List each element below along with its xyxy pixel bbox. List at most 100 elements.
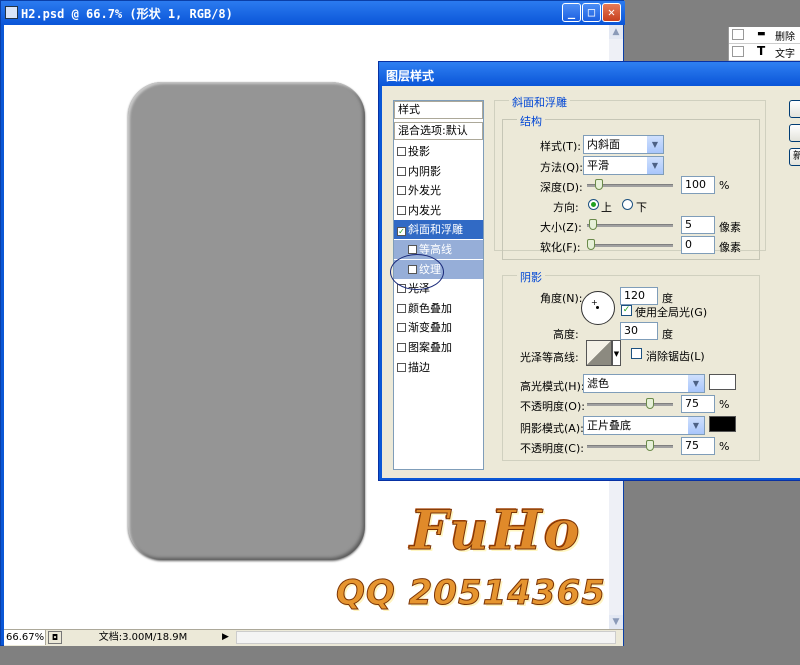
soften-slider[interactable]	[587, 244, 673, 247]
layer-visibility-box[interactable]	[732, 46, 744, 57]
gloss-contour-swatch[interactable]	[586, 340, 612, 366]
chevron-down-icon[interactable]: ▼	[647, 136, 663, 153]
layer-row[interactable]: T 文字	[729, 44, 800, 61]
technique-value: 平滑	[587, 159, 609, 172]
rounded-rectangle-shape[interactable]	[128, 82, 365, 560]
shadow-mode-label: 阴影模式(A):	[520, 422, 584, 435]
zoom-level[interactable]: 66.67%	[4, 630, 46, 645]
ok-button[interactable]	[789, 100, 800, 118]
soften-slider-thumb[interactable]	[587, 239, 595, 250]
chevron-down-icon[interactable]: ▼	[647, 157, 663, 174]
style-checkbox[interactable]	[397, 303, 406, 313]
shadow-opacity-input[interactable]: 75	[681, 437, 715, 455]
highlight-opacity-slider[interactable]	[587, 403, 673, 406]
photoshop-document-icon	[5, 6, 18, 19]
depth-slider-thumb[interactable]	[594, 179, 603, 190]
contour-dropdown-icon[interactable]: ▼	[612, 340, 621, 366]
style-item-4[interactable]: ✓ 斜面和浮雕	[394, 220, 483, 240]
status-menu-arrow-icon[interactable]: ▶	[222, 632, 229, 642]
direction-up-radio[interactable]	[588, 199, 599, 210]
style-checkbox[interactable]	[397, 186, 406, 196]
chevron-down-icon[interactable]: ▼	[688, 375, 704, 392]
style-item-label: 渐变叠加	[408, 321, 452, 335]
style-item-label: 描边	[408, 360, 430, 374]
style-item-8[interactable]: 颜色叠加	[394, 299, 483, 318]
highlight-opacity-slider-thumb[interactable]	[645, 398, 654, 409]
highlight-color-swatch[interactable]	[709, 374, 736, 390]
highlight-mode-label: 高光模式(H):	[520, 380, 585, 393]
angle-dial[interactable]: +	[581, 291, 615, 325]
watermark-qq: QQ 20514365	[336, 573, 606, 614]
technique-select[interactable]: 平滑 ▼	[583, 156, 664, 175]
style-item-0[interactable]: 投影	[394, 142, 483, 161]
style-list-header[interactable]: 样式	[394, 101, 483, 119]
chevron-down-icon[interactable]: ▼	[688, 417, 704, 434]
watermark-name: FuHo	[410, 498, 582, 563]
style-item-10[interactable]: 图案叠加	[394, 338, 483, 357]
direction-down-radio[interactable]	[622, 199, 633, 210]
bevel-style-select[interactable]: 内斜面 ▼	[583, 135, 664, 154]
altitude-input[interactable]: 30	[620, 322, 658, 340]
new-style-button[interactable]: 新	[789, 148, 800, 166]
text-layer-icon: T	[757, 44, 766, 58]
document-size: 文档:3.00M/18.9M	[98, 632, 188, 643]
scroll-down-icon[interactable]: ▼	[609, 615, 623, 629]
highlight-opacity-input[interactable]: 75	[681, 395, 715, 413]
global-light-checkbox[interactable]: ✓	[621, 305, 632, 316]
soften-label: 软化(F):	[540, 241, 581, 254]
blending-options-item[interactable]: 混合选项:默认	[394, 122, 483, 140]
shadow-opacity-slider-thumb[interactable]	[645, 440, 654, 451]
maximize-button[interactable]: □	[582, 3, 601, 22]
document-titlebar[interactable]: H2.psd @ 66.7% (形状 1, RGB/8) _ □ ✕	[1, 1, 625, 25]
dialog-body: 样式 混合选项:默认 投影 内阴影 外发光 内发光 ✓ 斜面和浮雕 等高线 纹理 光泽 颜色叠加渐…	[382, 86, 800, 478]
shadow-opacity-slider[interactable]	[587, 445, 673, 448]
size-slider[interactable]	[587, 224, 673, 227]
minimize-button[interactable]: _	[562, 3, 581, 22]
highlight-opacity-unit: %	[719, 398, 730, 411]
style-item-9[interactable]: 渐变叠加	[394, 318, 483, 337]
angle-input[interactable]: 120	[620, 287, 658, 305]
style-checkbox[interactable]	[397, 323, 406, 333]
style-checkbox[interactable]: ✓	[397, 227, 406, 237]
scroll-up-icon[interactable]: ▲	[609, 25, 623, 39]
depth-input[interactable]: 100	[681, 176, 715, 194]
cancel-button[interactable]	[789, 124, 800, 142]
style-item-label: 投影	[408, 145, 430, 158]
document-title: H2.psd @ 66.7% (形状 1, RGB/8)	[21, 7, 233, 21]
horizontal-scrollbar[interactable]	[236, 631, 616, 644]
direction-up-label: 上	[601, 201, 612, 214]
bevel-emboss-title: 斜面和浮雕	[509, 94, 570, 110]
style-item-3[interactable]: 内发光	[394, 201, 483, 220]
size-unit: 像素	[719, 221, 741, 234]
style-item-2[interactable]: 外发光	[394, 181, 483, 200]
shadow-mode-value: 正片叠底	[587, 419, 631, 432]
status-icon[interactable]: ◘	[48, 631, 62, 644]
depth-label: 深度(D):	[540, 181, 583, 194]
structure-title: 结构	[517, 113, 545, 129]
dialog-titlebar[interactable]: 图层样式	[379, 62, 800, 86]
style-checkbox[interactable]	[397, 362, 406, 372]
dialog-title: 图层样式	[386, 69, 435, 83]
size-slider-thumb[interactable]	[589, 219, 598, 230]
style-checkbox[interactable]	[408, 245, 417, 254]
shadow-mode-select[interactable]: 正片叠底 ▼	[583, 416, 705, 435]
shadow-color-swatch[interactable]	[709, 416, 736, 432]
layer-visibility-box[interactable]	[732, 29, 744, 40]
layer-row[interactable]: ▬ 删除	[729, 27, 800, 44]
style-checkbox[interactable]	[397, 166, 406, 176]
style-item-label: 内发光	[408, 203, 441, 217]
style-checkbox[interactable]	[397, 343, 406, 352]
antialias-checkbox[interactable]	[631, 348, 642, 359]
style-item-1[interactable]: 内阴影	[394, 162, 483, 181]
style-item-11[interactable]: 描边	[394, 358, 483, 377]
global-light-label: 使用全局光(G)	[635, 306, 708, 319]
style-item-label: 内阴影	[408, 164, 441, 178]
style-checkbox[interactable]	[397, 147, 406, 156]
close-button[interactable]: ✕	[602, 3, 621, 22]
shadow-opacity-unit: %	[719, 440, 730, 453]
size-input[interactable]: 5	[681, 216, 715, 234]
highlight-opacity-label: 不透明度(O):	[520, 400, 585, 413]
highlight-mode-select[interactable]: 滤色 ▼	[583, 374, 705, 393]
soften-input[interactable]: 0	[681, 236, 715, 254]
style-checkbox[interactable]	[397, 205, 406, 215]
